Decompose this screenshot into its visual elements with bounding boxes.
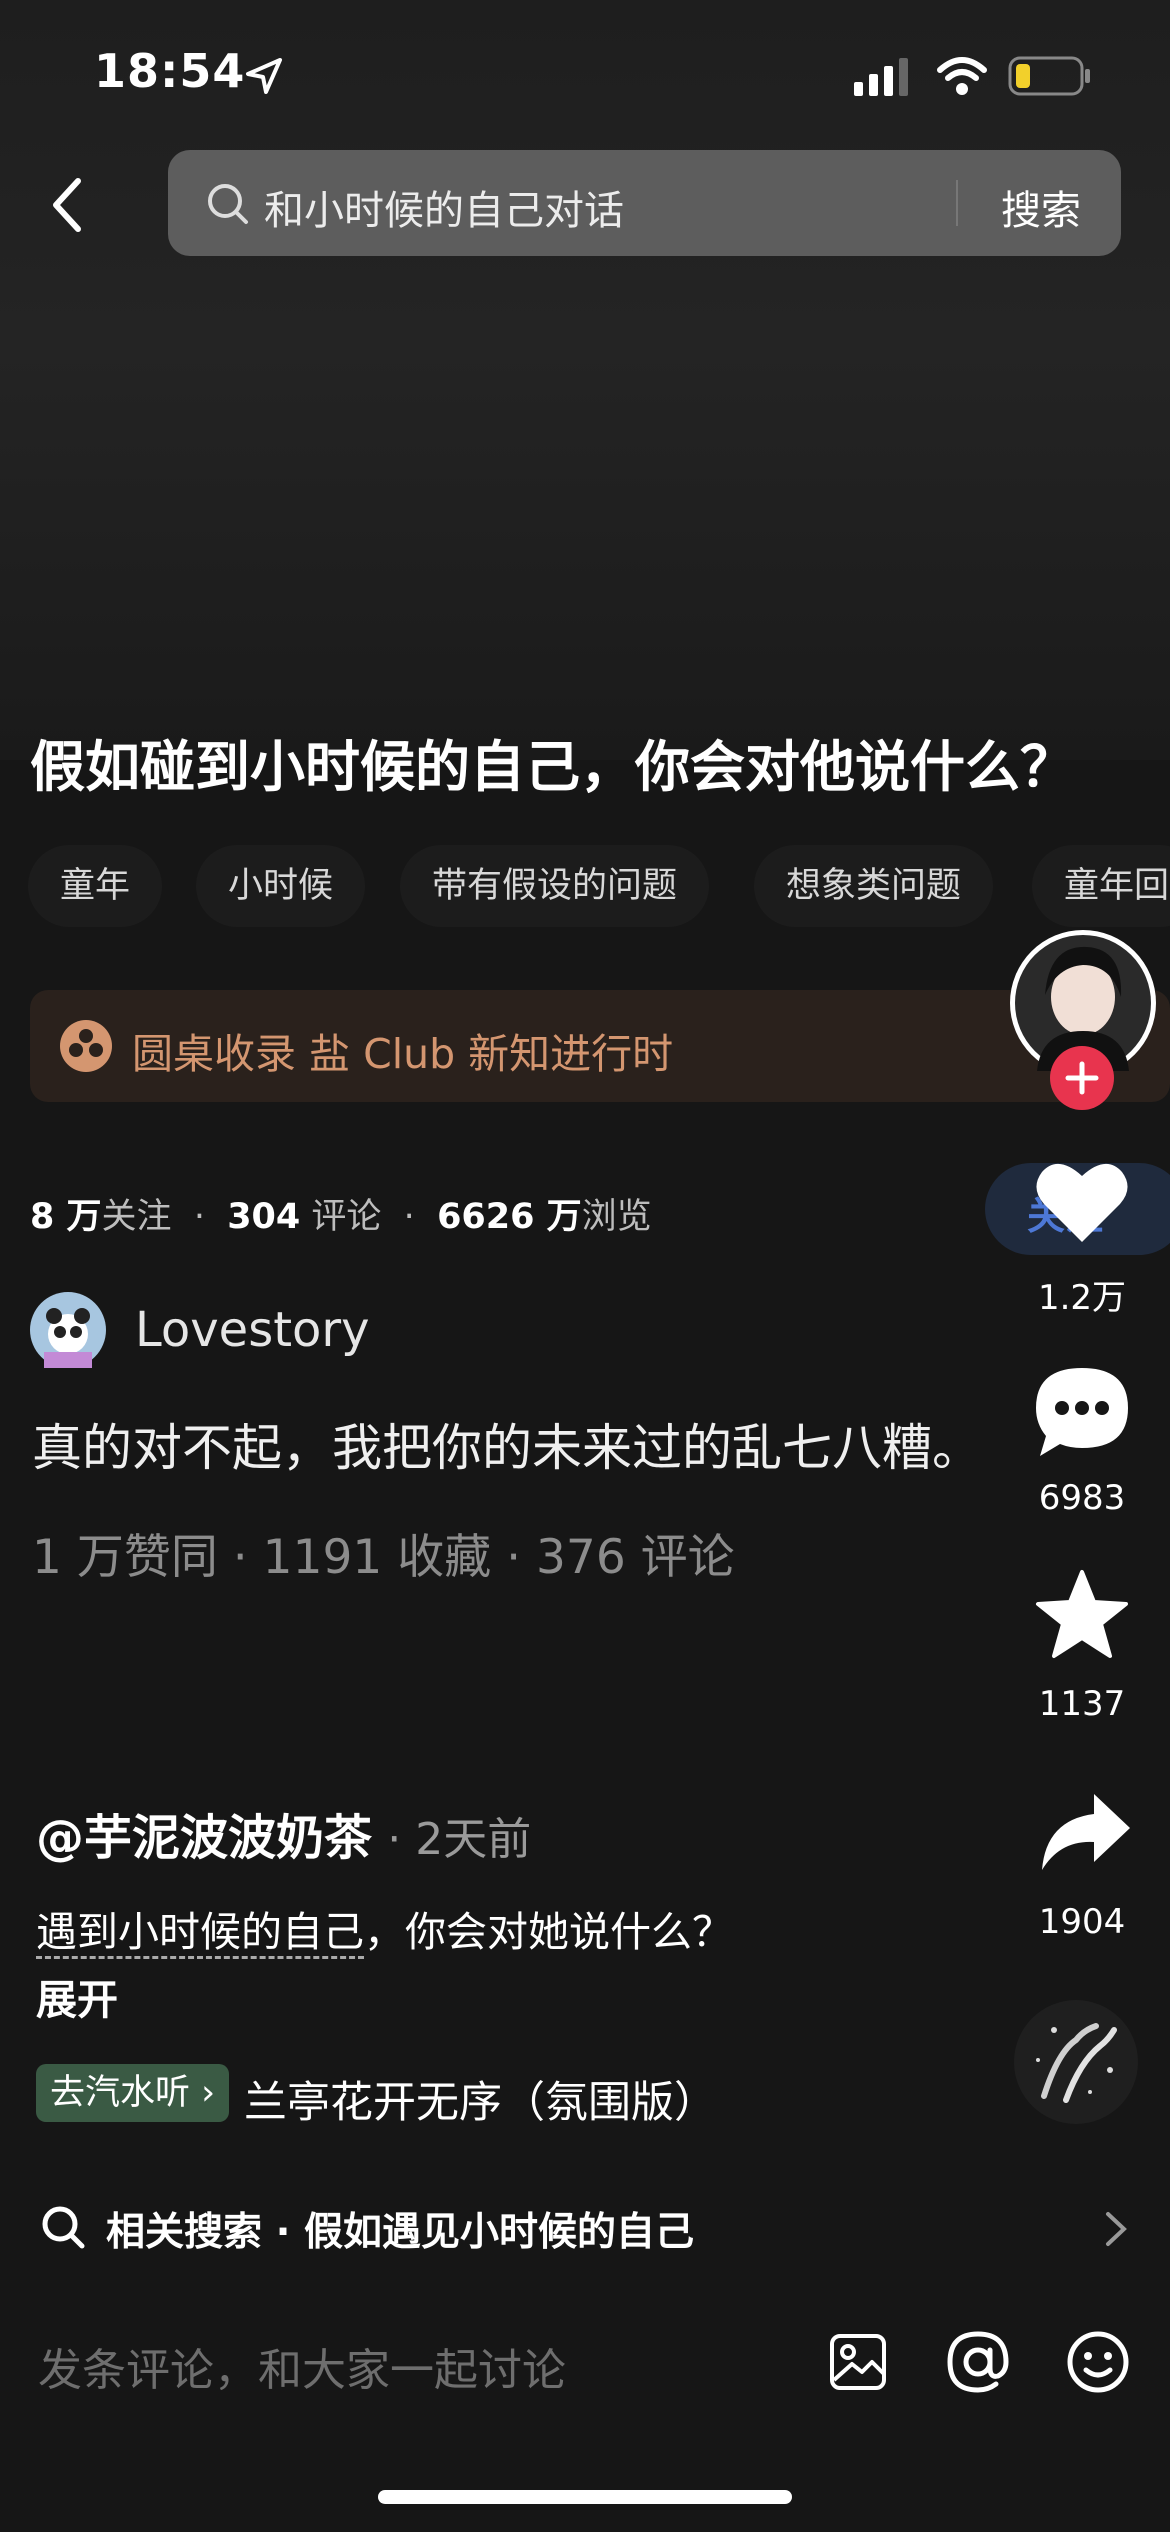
answer-excerpt[interactable]: 真的对不起，我把你的未来过的乱七八糟。 [32,1408,982,1480]
location-arrow-icon [246,58,282,94]
chevron-right-icon: › [201,2073,216,2113]
post-description: 遇到小时候的自己，你会对她说什么？ [36,1898,733,1959]
search-button[interactable]: 搜索 [1001,178,1081,236]
status-time: 18:54 [94,44,246,98]
related-search-bar[interactable]: 相关搜索 · 假如遇见小时候的自己 [0,2166,1170,2292]
tag-chip[interactable]: 小时候 [196,845,366,927]
author-name[interactable]: Lovestory [135,1302,370,1358]
search-icon [208,184,248,224]
search-bar[interactable]: 和小时候的自己对话 搜索 [168,150,1121,256]
mention-icon[interactable] [946,2330,1010,2394]
tag-chip[interactable]: 童年回 [1032,845,1170,927]
banner-text: 圆桌收录 盐 Club 新知进行时 [132,1030,674,1078]
open-music-button[interactable]: 去汽水听 › [36,2064,230,2122]
views-label: 浏览 [581,1197,652,1237]
question-title[interactable]: 假如碰到小时候的自己，你会对他说什么？ [30,722,1075,802]
wifi-icon [937,57,987,95]
poster-info: @芋泥波波奶茶 · 2天前 [36,1798,531,1868]
tag-chip[interactable]: 想象类问题 [754,845,994,927]
question-stats: 8 万关注 · 304 评论 · 6626 万浏览 [30,1197,652,1237]
post-time: · 2天前 [387,1814,532,1865]
tag-chip[interactable]: 带有假设的问题 [400,845,710,927]
post-topic-link[interactable]: 遇到小时候的自己 [36,1908,364,1959]
roundtable-icon [60,1020,112,1072]
chevron-right-icon [1106,2212,1127,2246]
comments-label: 评论 [311,1197,382,1237]
likes-count: 1.2万 [1037,1278,1127,1318]
comment-icon[interactable] [1030,1364,1134,1460]
home-indicator[interactable] [378,2490,792,2504]
search-icon [42,2206,85,2249]
status-bar: 18:54 [0,0,1170,150]
image-icon[interactable] [828,2332,888,2392]
post-desc-text: ，你会对她说什么？ [364,1908,733,1956]
search-divider [956,180,958,226]
emoji-icon[interactable] [1066,2330,1130,2394]
followers-count: 8 万 [30,1197,102,1237]
roundtable-banner[interactable]: 圆桌收录 盐 Club 新知进行时 [30,990,1170,1102]
shares-count: 1904 [1038,1902,1126,1942]
related-search-text: 相关搜索 · 假如遇见小时候的自己 [106,2210,694,2255]
tag-chip[interactable]: 童年 [28,845,163,927]
comments-count: 304 [227,1197,301,1237]
share-icon[interactable] [1038,1790,1132,1874]
star-icon[interactable] [1034,1568,1130,1660]
back-icon[interactable] [48,175,88,235]
followers-label: 关注 [101,1197,172,1237]
poster-username[interactable]: @芋泥波波奶茶 [36,1810,372,1866]
music-disc-icon[interactable] [1014,2000,1138,2124]
comments-action-count: 6983 [1038,1478,1126,1518]
song-title[interactable]: 兰亭花开无序（氛围版） [244,2068,717,2130]
expand-button[interactable]: 展开 [36,1966,118,2026]
open-music-label: 去汽水听 [50,2073,191,2113]
views-count: 6626 万 [437,1197,582,1237]
comment-input[interactable]: 发条评论，和大家一起讨论 [38,2334,566,2398]
battery-icon [1008,56,1090,96]
heart-icon[interactable] [1036,1160,1128,1244]
favorites-count: 1137 [1038,1684,1126,1724]
answer-meta: 1 万赞同 · 1191 收藏 · 376 评论 [32,1530,735,1585]
plus-icon [1065,1061,1099,1095]
follow-creator-button[interactable] [1050,1046,1114,1110]
signal-icon [854,58,908,96]
search-input[interactable]: 和小时候的自己对话 [264,178,624,236]
author-avatar[interactable] [30,1292,106,1368]
